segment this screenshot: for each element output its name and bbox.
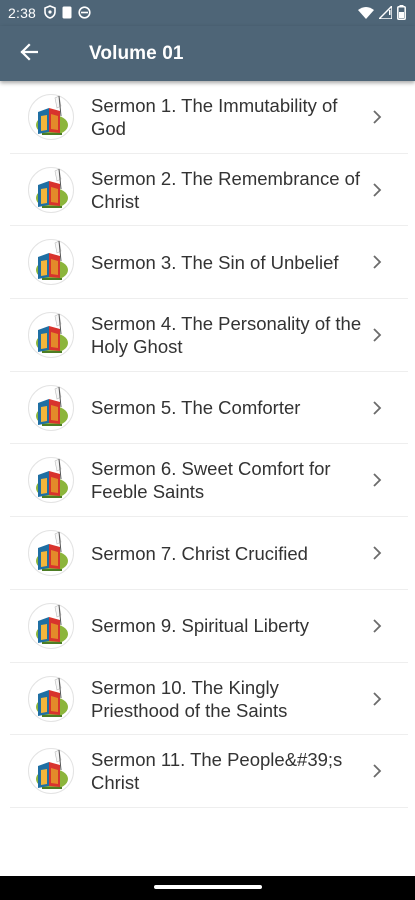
sermon-list-item-4[interactable]: Sermon 4. The Personality of the Holy Gh… xyxy=(10,299,408,372)
sermon-list-item-8[interactable]: Sermon 9. Spiritual Liberty xyxy=(10,590,408,663)
sermon-title: Sermon 11. The People&#39;s Christ xyxy=(91,749,343,794)
signal-icon xyxy=(377,4,393,22)
wifi-icon xyxy=(358,6,374,22)
sermon-thumbnail-icon xyxy=(28,457,74,504)
document-icon xyxy=(62,6,72,22)
sermon-thumbnail-icon xyxy=(28,602,74,649)
sermon-thumbnail-icon xyxy=(28,239,74,286)
sermon-thumbnail-icon xyxy=(28,312,74,359)
sync-icon xyxy=(78,5,91,22)
app-bar: Volume 01 xyxy=(0,26,415,81)
sermon-list-item-6[interactable]: Sermon 6. Sweet Comfort for Feeble Saint… xyxy=(10,444,408,518)
sermon-title: Sermon 10. The Kingly Priesthood of the … xyxy=(91,676,288,721)
chevron-right-icon xyxy=(372,109,382,125)
status-icons-left xyxy=(44,5,91,22)
back-button[interactable] xyxy=(14,39,44,69)
chevron-right-icon xyxy=(372,763,382,779)
status-icons-right xyxy=(358,4,406,23)
sermon-list: Sermon 1. The Immutability of God Sermon… xyxy=(0,81,415,808)
sermon-thumbnail-icon xyxy=(28,94,74,140)
sermon-thumbnail-icon xyxy=(28,748,74,795)
status-time: 2:38 xyxy=(8,5,37,21)
chevron-right-icon xyxy=(372,472,382,488)
arrow-back-icon xyxy=(20,42,39,66)
shield-check-icon xyxy=(44,5,56,22)
sermon-list-item-10[interactable]: Sermon 11. The People&#39;s Christ xyxy=(10,735,408,808)
sermon-thumbnail-icon xyxy=(28,384,74,431)
sermon-list-item-1[interactable]: Sermon 1. The Immutability of God xyxy=(10,81,408,154)
sermon-title: Sermon 4. The Personality of the Holy Gh… xyxy=(91,313,362,358)
sermon-list-item-9[interactable]: Sermon 10. The Kingly Priesthood of the … xyxy=(10,663,408,736)
page-title: Volume 01 xyxy=(89,43,184,64)
navigation-bar xyxy=(0,876,415,900)
sermon-title: Sermon 2. The Remembrance of Christ xyxy=(91,167,361,212)
sermon-list-item-3[interactable]: Sermon 3. The Sin of Unbelief xyxy=(10,226,408,300)
battery-icon xyxy=(397,5,406,23)
sermon-thumbnail-icon xyxy=(28,675,74,722)
chevron-right-icon xyxy=(372,327,382,343)
sermon-title: Sermon 5. The Comforter xyxy=(91,397,301,419)
chevron-right-icon xyxy=(372,545,382,561)
sermon-title: Sermon 1. The Immutability of God xyxy=(91,95,338,139)
sermon-title: Sermon 7. Christ Crucified xyxy=(91,542,308,564)
chevron-right-icon xyxy=(372,691,382,707)
chevron-right-icon xyxy=(372,618,382,634)
sermon-list-item-5[interactable]: Sermon 5. The Comforter xyxy=(10,372,408,445)
sermon-thumbnail-icon xyxy=(28,166,74,213)
sermon-title: Sermon 3. The Sin of Unbelief xyxy=(91,251,339,273)
sermon-list-item-2[interactable]: Sermon 2. The Remembrance of Christ xyxy=(10,154,408,227)
sermon-title: Sermon 6. Sweet Comfort for Feeble Saint… xyxy=(91,458,331,503)
home-indicator[interactable] xyxy=(154,885,262,889)
sermon-title: Sermon 9. Spiritual Liberty xyxy=(91,615,309,637)
chevron-right-icon xyxy=(372,400,382,416)
chevron-right-icon xyxy=(372,182,382,198)
sermon-thumbnail-icon xyxy=(28,530,74,577)
sermon-list-item-7[interactable]: Sermon 7. Christ Crucified xyxy=(10,517,408,590)
status-bar: 2:38 xyxy=(0,0,415,26)
chevron-right-icon xyxy=(372,254,382,270)
